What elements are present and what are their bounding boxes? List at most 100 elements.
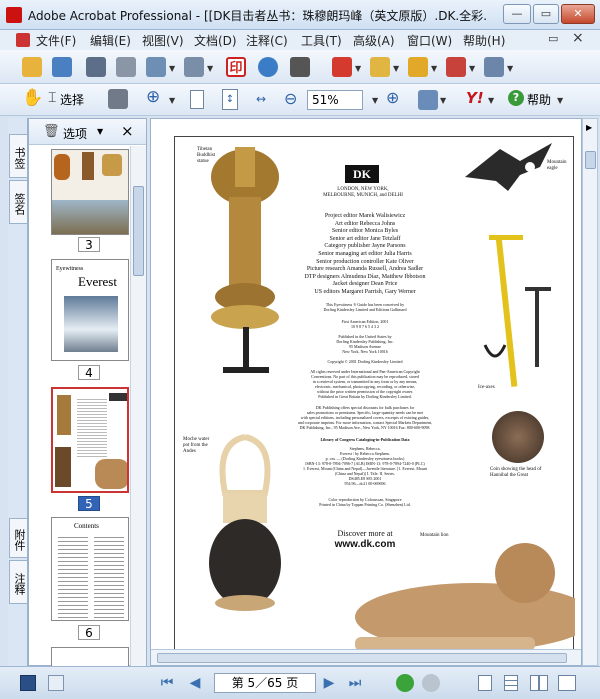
zoom-in-icon[interactable]: ⊕ — [146, 87, 160, 107]
page-label-6[interactable]: 6 — [78, 625, 100, 640]
page-thumbnail-6[interactable]: Contents — [51, 517, 129, 621]
snapshot-camera-icon[interactable] — [108, 89, 128, 109]
dk-website-url[interactable]: www.dk.com — [293, 539, 437, 550]
zoom-out-icon[interactable]: ⊖ — [284, 89, 297, 108]
page-view-icon[interactable] — [20, 675, 36, 691]
page-number-field[interactable]: 第 5／65 页 — [214, 673, 316, 693]
publisher-cities: LONDON, NEW YORK, MELBOURNE, MUNICH, and… — [323, 187, 403, 198]
menu-file[interactable]: 文件(F) — [36, 32, 76, 49]
doc-close-button[interactable]: × — [572, 30, 584, 46]
email-icon[interactable] — [146, 57, 166, 77]
menu-tools[interactable]: 工具(T) — [301, 32, 342, 49]
facing-icon[interactable] — [530, 675, 548, 691]
menu-edit[interactable]: 编辑(E) — [90, 32, 131, 49]
page-label-4[interactable]: 4 — [78, 365, 100, 380]
sign-pen-icon[interactable] — [446, 57, 466, 77]
chevron-down-icon[interactable]: ▼ — [169, 64, 175, 73]
fit-page-icon[interactable]: ↕ — [222, 89, 238, 110]
last-page-button[interactable]: ⏭ — [346, 674, 364, 692]
document-view[interactable]: Tibetan Buddhist statue Mountain eagle I… — [150, 118, 582, 666]
page-thumbnail-4[interactable]: Eyewitness Everest — [51, 259, 129, 361]
lock-icon[interactable] — [408, 57, 428, 77]
page-thumbnail-5-selected[interactable] — [51, 387, 129, 493]
menu-advanced[interactable]: 高级(A) — [353, 32, 395, 49]
open-folder-icon[interactable] — [22, 57, 42, 77]
trash-icon[interactable]: 🗑 — [43, 124, 60, 139]
go-back-icon[interactable] — [396, 674, 414, 692]
next-page-button[interactable]: ▶ — [320, 674, 338, 692]
chevron-down-icon[interactable]: ▼ — [440, 96, 446, 105]
organizer-icon[interactable] — [52, 57, 72, 77]
create-pdf-icon[interactable] — [332, 57, 352, 77]
rotate-view-icon[interactable] — [418, 90, 438, 110]
page-thumbnail-3[interactable] — [51, 149, 129, 235]
menu-window[interactable]: 窗口(W) — [407, 32, 452, 49]
menu-comments[interactable]: 注释(C) — [246, 32, 288, 49]
minimize-button[interactable]: — — [503, 4, 531, 24]
tab-signatures[interactable]: 签名 — [9, 180, 27, 224]
edition-line: 10 9 8 7 6 5 4 3 2 — [351, 324, 379, 329]
stamp-seal-icon[interactable]: 印 — [226, 57, 246, 77]
chevron-down-icon[interactable]: ▼ — [393, 64, 399, 73]
horizontal-scrollbar[interactable] — [151, 649, 581, 665]
chevron-down-icon[interactable]: ▼ — [169, 96, 175, 105]
split-arrow-icon[interactable]: ▶ — [586, 123, 592, 132]
go-forward-icon[interactable] — [422, 674, 440, 692]
save-icon[interactable] — [86, 57, 106, 77]
review-comment-icon[interactable] — [370, 57, 390, 77]
tab-bookmarks[interactable]: 书签 — [9, 134, 27, 178]
chevron-down-icon[interactable]: ▼ — [488, 96, 494, 105]
fit-width-icon[interactable]: ↔ — [252, 92, 270, 107]
layout-icon[interactable] — [48, 675, 64, 691]
thumbnail-scrollbar[interactable] — [130, 146, 146, 666]
globe-icon[interactable] — [258, 57, 278, 77]
acrobat-app-icon — [6, 7, 22, 23]
actual-size-icon[interactable] — [190, 90, 204, 109]
scrollbar-thumb[interactable] — [585, 151, 596, 169]
chevron-down-icon[interactable]: ▼ — [372, 96, 378, 105]
prev-page-button[interactable]: ◀ — [186, 674, 204, 692]
menu-document[interactable]: 文档(D) — [194, 32, 237, 49]
chevron-down-icon[interactable]: ▼ — [507, 64, 513, 73]
attach-paperclip-icon[interactable] — [184, 57, 204, 77]
document-icon — [16, 33, 30, 47]
vertical-scrollbar[interactable]: ▶ — [582, 118, 598, 666]
first-page-button[interactable]: ⏮ — [158, 674, 176, 692]
chevron-down-icon[interactable]: ▼ — [557, 96, 563, 105]
scrollbar-thumb[interactable] — [157, 653, 567, 663]
chevron-down-icon[interactable]: ▼ — [431, 64, 437, 73]
close-button[interactable]: ✕ — [561, 4, 595, 24]
menu-view[interactable]: 视图(V) — [142, 32, 184, 49]
page-thumbnail-7[interactable] — [51, 647, 129, 667]
binoculars-search-icon[interactable] — [290, 57, 310, 77]
menu-help[interactable]: 帮助(H) — [463, 32, 505, 49]
doc-restore-icon[interactable]: ▭ — [548, 32, 558, 45]
hand-tool-icon[interactable]: ✋ — [22, 88, 43, 108]
select-tool-label[interactable]: 选择 — [60, 91, 84, 108]
scrollbar-thumb[interactable] — [133, 186, 144, 276]
page-label-3[interactable]: 3 — [78, 237, 100, 252]
chevron-down-icon[interactable]: ▼ — [469, 64, 475, 73]
discounts-line: DK Publishing, Inc., 95 Madison Ave., Ne… — [299, 425, 431, 430]
maximize-button[interactable]: ▭ — [533, 4, 559, 24]
continuous-icon[interactable] — [504, 675, 518, 691]
credit-line: DTP designers Almudena Díaz, Matthew Ibb… — [304, 273, 426, 280]
panel-close-button[interactable]: × — [121, 122, 134, 140]
chevron-down-icon[interactable]: ▼ — [355, 64, 361, 73]
print-icon[interactable] — [116, 57, 136, 77]
tab-attachments[interactable]: 附件 — [9, 518, 27, 558]
zoom-plus-icon[interactable]: ⊕ — [386, 88, 399, 107]
continuous-facing-icon[interactable] — [558, 675, 576, 691]
single-page-icon[interactable] — [478, 675, 492, 691]
chevron-down-icon[interactable]: ▼ — [97, 127, 103, 136]
help-label[interactable]: 帮助 — [527, 91, 551, 108]
tab-comments[interactable]: 注释 — [9, 560, 27, 604]
chevron-down-icon[interactable]: ▼ — [207, 64, 213, 73]
zoom-value-input[interactable]: 51% — [307, 90, 363, 110]
select-cursor-icon[interactable]: ⌶ — [48, 90, 56, 106]
options-menu[interactable]: 选项 — [63, 125, 87, 142]
forms-icon[interactable] — [484, 57, 504, 77]
page-label-5[interactable]: 5 — [78, 496, 100, 511]
yahoo-icon[interactable]: Y! — [466, 89, 484, 107]
help-icon[interactable]: ? — [508, 90, 524, 106]
